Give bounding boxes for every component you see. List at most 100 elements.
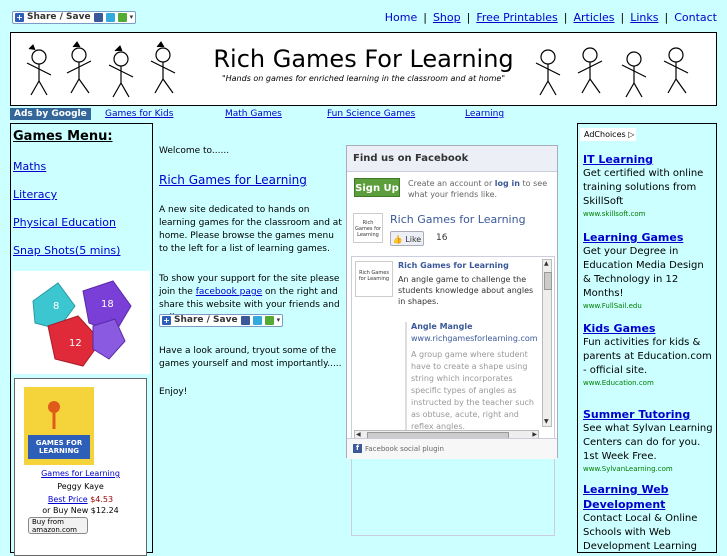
- games-menu-title: Games Menu:: [13, 129, 113, 144]
- ad-title-link[interactable]: Learning Web Development: [583, 482, 713, 512]
- facebook-page-link[interactable]: facebook page: [196, 287, 262, 297]
- twitter-icon: [105, 13, 115, 22]
- amazon-book-widget: GAMES FOR LEARNING Games for Learning Pe…: [14, 378, 147, 556]
- book-buy-new-price: or Buy New $12.24: [42, 506, 119, 515]
- ad-body: Contact Local & Online Schools with Web …: [583, 513, 698, 552]
- book-title-link[interactable]: Games for Learning: [15, 469, 146, 478]
- nav-separator: |: [466, 11, 471, 24]
- post-author-link[interactable]: Rich Games for Learning: [398, 261, 509, 270]
- nav-separator: |: [423, 11, 427, 24]
- svg-text:8: 8: [53, 301, 59, 312]
- nav-articles[interactable]: Articles: [573, 11, 614, 24]
- nav-free-printables[interactable]: Free Printables: [476, 11, 557, 24]
- look-around-paragraph: Have a look around, tryout some of the g…: [159, 346, 342, 369]
- svg-text:18: 18: [101, 299, 114, 310]
- ad-url[interactable]: www.FullSail.edu: [583, 301, 713, 312]
- adlink-math-games[interactable]: Math Games: [225, 108, 282, 120]
- thumbnail-text: Rich Games for Learning: [358, 270, 390, 282]
- signup-text-a: Create an account or: [408, 179, 493, 188]
- ad-body: Fun activities for kids & parents at Edu…: [583, 337, 712, 376]
- facebook-plugin-label[interactable]: Facebook social plugin: [365, 445, 444, 453]
- twitter-icon: [252, 316, 262, 325]
- enjoy-text: Enjoy!: [159, 387, 188, 397]
- ad-url[interactable]: www.skillsoft.com: [583, 209, 713, 220]
- plus-icon: +: [162, 316, 171, 325]
- facebook-icon: [93, 13, 103, 22]
- nav-home[interactable]: Home: [385, 11, 417, 24]
- ad-body: Get certified with online training solut…: [583, 168, 704, 207]
- facebook-like-box: Find us on Facebook Sign Up Create an ac…: [346, 145, 558, 536]
- menu-item-maths[interactable]: Maths: [13, 160, 46, 173]
- menu-item-literacy[interactable]: Literacy: [13, 188, 57, 201]
- nav-shop[interactable]: Shop: [433, 11, 461, 24]
- ad-unit: IT Learning Get certified with online tr…: [583, 152, 713, 220]
- adlink-learning[interactable]: Learning: [465, 108, 504, 120]
- share-save-button-center[interactable]: + Share / Save ▾: [159, 314, 283, 327]
- like-count: 16: [436, 233, 448, 243]
- facebook-signup-button[interactable]: Sign Up: [354, 178, 400, 197]
- ad-title-link[interactable]: Learning Games: [583, 230, 713, 245]
- vertical-scrollbar[interactable]: ▲ ▼: [542, 259, 552, 427]
- menu-item-snap-shots[interactable]: Snap Shots(5 mins): [13, 244, 120, 257]
- post-attachment: Angle Mangle www.richgamesforlearning.co…: [405, 322, 542, 431]
- facebook-stream[interactable]: Rich Games for Learning Rich Games for L…: [351, 256, 555, 536]
- share-save-label: Share / Save: [27, 12, 91, 22]
- adchoices-label: AdChoices: [584, 130, 626, 139]
- chevron-down-icon: ▾: [129, 13, 134, 21]
- best-price-link[interactable]: Best Price: [48, 495, 88, 504]
- nav-separator: |: [563, 11, 568, 24]
- menu-item-physical-education[interactable]: Physical Education: [13, 216, 116, 229]
- svg-text:12: 12: [69, 338, 82, 349]
- ad-unit: Learning Web Development Contact Local &…: [583, 482, 713, 554]
- ads-by-google-label[interactable]: Ads by Google: [10, 108, 91, 120]
- adchoices-icon: ▷: [628, 130, 635, 139]
- share-icon: [117, 13, 127, 22]
- page-thumbnail[interactable]: Rich Games for Learning: [353, 213, 383, 243]
- thumbnail-text: Rich Games for Learning: [355, 220, 381, 238]
- ad-url[interactable]: www.Education.com: [583, 378, 713, 389]
- nav-contact[interactable]: Contact: [674, 11, 717, 24]
- share-icon: [264, 316, 274, 325]
- facebook-page-name-link[interactable]: Rich Games for Learning: [390, 213, 526, 226]
- facebook-icon: [240, 316, 250, 325]
- nav-separator: |: [664, 11, 669, 24]
- welcome-text: Welcome to......: [159, 146, 230, 156]
- site-heading-link[interactable]: Rich Games for Learning: [159, 173, 307, 187]
- attachment-description: A group game where student have to creat…: [411, 350, 534, 431]
- adchoices-badge[interactable]: AdChoices ▷: [580, 128, 636, 141]
- ad-url[interactable]: www.SylvanLearning.com: [583, 464, 713, 475]
- book-cover-image[interactable]: GAMES FOR LEARNING: [24, 387, 94, 465]
- book-cover-text: GAMES FOR LEARNING: [35, 439, 83, 455]
- share-save-label: Share / Save: [174, 315, 238, 325]
- facebook-signup-text: Create an account or log in to see what …: [408, 178, 554, 200]
- buy-from-amazon-button[interactable]: Buy from amazon.com: [28, 517, 88, 534]
- vertical-scroll-thumb[interactable]: [544, 272, 552, 290]
- post-thumbnail[interactable]: Rich Games for Learning: [355, 261, 393, 297]
- ad-title-link[interactable]: IT Learning: [583, 152, 713, 167]
- nav-links[interactable]: Links: [630, 11, 658, 24]
- ad-unit: Kids Games Fun activities for kids & par…: [583, 321, 713, 389]
- scroll-up-icon[interactable]: ▲: [544, 260, 549, 268]
- cartoon-kids-right-image: [535, 47, 689, 98]
- like-label: Like: [405, 235, 422, 244]
- attachment-title-link[interactable]: Angle Mangle: [411, 322, 542, 331]
- top-nav: Home | Shop | Free Printables | Articles…: [385, 11, 717, 24]
- ad-body: Get your Degree in Education Media Desig…: [583, 246, 704, 299]
- adlink-games-for-kids[interactable]: Games for Kids: [105, 108, 173, 120]
- left-sidebar: Games Menu: Maths Literacy Physical Educ…: [10, 123, 153, 556]
- facebook-login-link[interactable]: log in: [495, 179, 520, 188]
- scroll-down-icon[interactable]: ▼: [544, 418, 549, 426]
- adlink-fun-science-games[interactable]: Fun Science Games: [327, 108, 415, 120]
- ad-title-link[interactable]: Summer Tutoring: [583, 407, 713, 422]
- dice-image: 8 18 12: [13, 271, 150, 374]
- book-author: Peggy Kaye: [57, 482, 104, 491]
- ad-title-link[interactable]: Kids Games: [583, 321, 713, 336]
- right-ads-sidebar: AdChoices ▷ IT Learning Get certified wi…: [577, 123, 717, 553]
- attachment-url[interactable]: www.richgamesforlearning.com: [411, 334, 542, 343]
- share-save-button[interactable]: + Share / Save ▾: [12, 11, 136, 24]
- thumbs-up-icon: 👍: [392, 235, 403, 244]
- facebook-like-button[interactable]: 👍 Like: [390, 231, 424, 246]
- facebook-box-header: Find us on Facebook: [347, 146, 557, 172]
- ad-body: See what Sylvan Learning Centers can do …: [583, 423, 713, 462]
- ad-link-bar: Ads by Google Games for Kids Math Games …: [10, 108, 717, 120]
